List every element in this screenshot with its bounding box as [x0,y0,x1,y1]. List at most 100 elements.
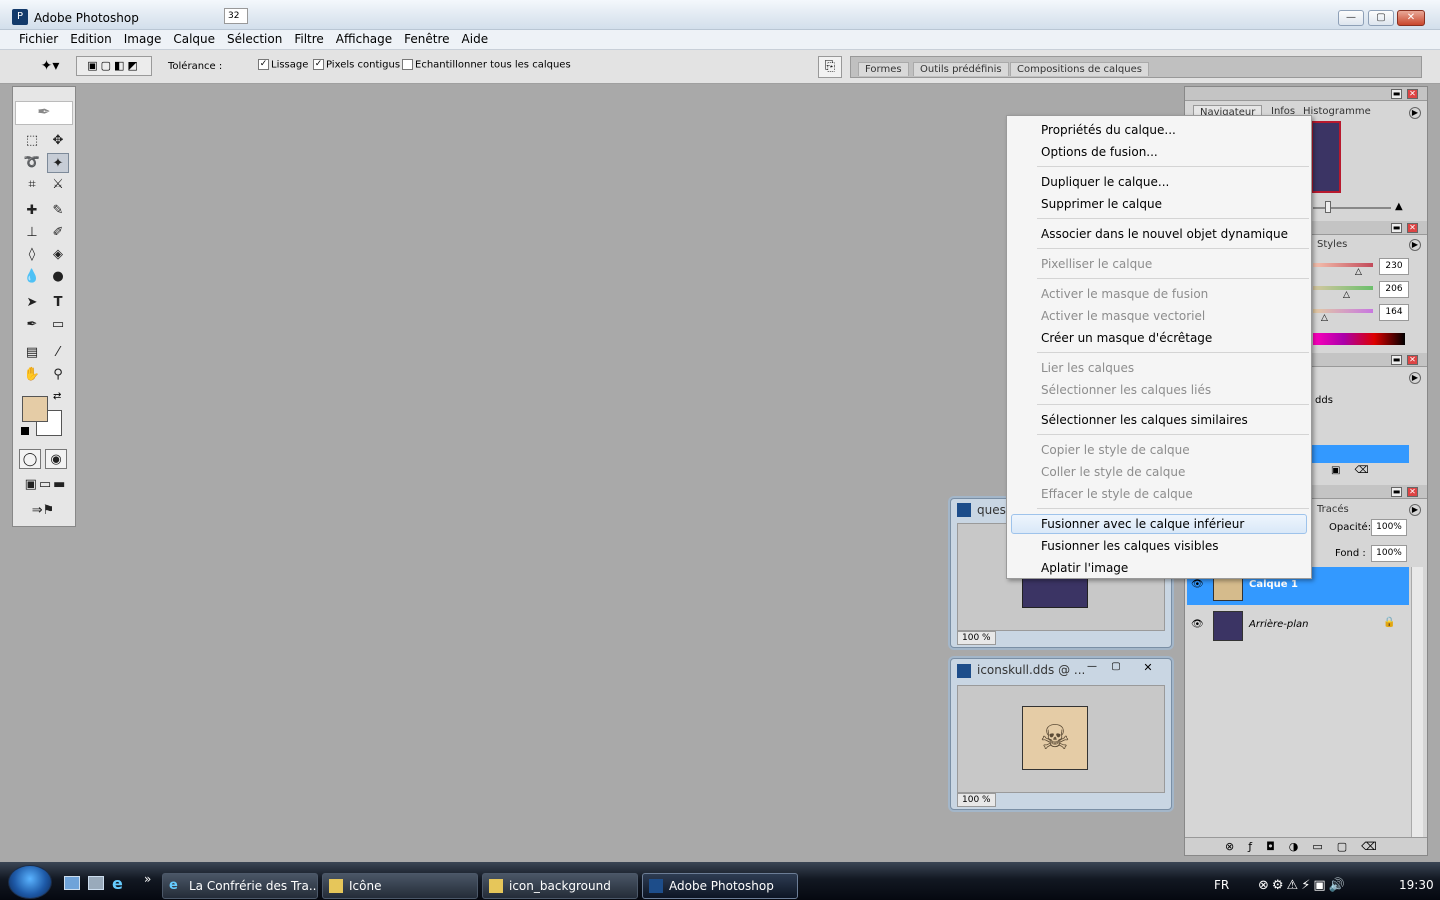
healing-brush-icon[interactable]: ✚ [21,201,43,221]
minimize-button[interactable]: — [1338,10,1364,26]
panel-close-button[interactable]: ✕ [1407,355,1418,365]
system-tray-icons[interactable]: ⊗⚙⚠⚡▣🔊 [1258,878,1348,893]
magic-wand-preset-icon[interactable]: ✦▾ [32,56,68,76]
palette-well-icon[interactable]: ⎘ [818,56,842,78]
menu-fenetre[interactable]: Fenêtre [398,30,455,48]
taskbar-item-photoshop[interactable]: Adobe Photoshop [642,873,798,899]
menu-affichage[interactable]: Affichage [330,30,398,48]
menu-aide[interactable]: Aide [456,30,495,48]
taskbar-item-icone[interactable]: Icône [322,873,478,899]
doc-canvas[interactable]: ☠ [957,685,1165,793]
rectangle-tool-icon[interactable]: ▭ [47,315,69,335]
layers-scrollbar[interactable] [1411,567,1423,837]
brush-tool-icon[interactable]: ✎ [47,201,69,221]
navigator-slider-handle[interactable] [1325,201,1331,213]
lasso-tool-icon[interactable]: ➰ [21,153,43,173]
clock[interactable]: 19:30 [1399,878,1434,892]
standard-mode-icon[interactable]: ◯ [19,449,41,469]
move-tool-icon[interactable]: ✥ [47,131,69,151]
fill-input[interactable]: 100% [1371,545,1407,562]
document-window-iconskull[interactable]: iconskull.dds @ ... — ▢ ✕ ☠ 100 % [950,658,1172,810]
visibility-eye-icon[interactable]: 👁 [1191,619,1204,630]
type-tool-icon[interactable]: T [47,293,69,313]
panel-menu-icon[interactable]: ▶ [1409,372,1421,384]
navigator-thumbnail[interactable] [1311,121,1341,193]
tab-formes[interactable]: Formes [858,62,909,76]
panel-minimize-button[interactable]: ▬ [1391,355,1402,365]
doc-close-button[interactable]: ✕ [1137,661,1159,675]
layers-footer-icons[interactable]: ⊗ƒ◘◑▭▢⌫ [1185,837,1427,855]
taskbar-item-confrerie[interactable]: e La Confrérie des Tra... [162,873,318,899]
opacity-input[interactable]: 100% [1371,519,1407,536]
default-colors-icon[interactable] [21,427,29,435]
menu-item-masque-ecretage[interactable]: Créer un masque d'écrêtage [1041,331,1212,345]
channels-footer-icons[interactable]: ▣⌫ [1331,465,1383,476]
menu-image[interactable]: Image [118,30,168,48]
red-value-input[interactable]: 230 [1379,258,1409,275]
tab-compositions-calques[interactable]: Compositions de calques [1010,62,1149,76]
menu-item-dupliquer[interactable]: Dupliquer le calque... [1041,175,1169,189]
close-button[interactable]: ✕ [1397,10,1425,26]
selection-mode-buttons[interactable]: ▣▢◧◩ [76,56,152,76]
switch-windows-icon[interactable] [88,876,104,890]
zoom-in-icon[interactable]: ▲ [1395,201,1403,212]
doc-minimize-button[interactable]: — [1081,661,1103,675]
zoom-field[interactable]: 100 % [957,793,996,807]
menu-item-selectionner-similaires[interactable]: Sélectionner les calques similaires [1041,413,1248,427]
menu-item-fusionner-inferieur[interactable]: Fusionner avec le calque inférieur [1041,517,1244,531]
eyedropper-tool-icon[interactable]: ⁄ [47,343,69,363]
menu-item-proprietes[interactable]: Propriétés du calque... [1041,123,1176,137]
marquee-tool-icon[interactable]: ⬚ [21,131,43,151]
panel-minimize-button[interactable]: ▬ [1391,89,1402,99]
channels-selected-row[interactable] [1311,445,1409,463]
paint-bucket-icon[interactable]: ◈ [47,245,69,265]
red-slider-handle[interactable]: △ [1355,267,1362,277]
hand-tool-icon[interactable]: ✋ [21,365,43,385]
menu-selection[interactable]: Sélection [221,30,288,48]
blue-value-input[interactable]: 164 [1379,304,1409,321]
menu-fichier[interactable]: Fichier [13,30,64,48]
eraser-tool-icon[interactable]: ◊ [21,245,43,265]
swap-colors-icon[interactable]: ⇄ [53,391,61,402]
zoom-tool-icon[interactable]: ⚲ [47,365,69,385]
tab-traces[interactable]: Tracés [1311,503,1355,516]
panel-menu-icon[interactable]: ▶ [1409,239,1421,251]
panel-close-button[interactable]: ✕ [1407,223,1418,233]
tab-styles[interactable]: Styles [1311,238,1353,251]
menu-item-aplatir[interactable]: Aplatir l'image [1041,561,1128,575]
panel-menu-icon[interactable]: ▶ [1409,504,1421,516]
stamp-tool-icon[interactable]: ⊥ [21,223,43,243]
panel-minimize-button[interactable]: ▬ [1391,223,1402,233]
menu-item-objet-dynamique[interactable]: Associer dans le nouvel objet dynamique [1041,227,1288,241]
blur-tool-icon[interactable]: 💧 [21,267,43,287]
slice-tool-icon[interactable]: ⚔ [47,175,69,195]
quick-mask-icon[interactable]: ◉ [45,449,67,469]
green-slider-handle[interactable]: △ [1343,290,1350,300]
feather-logo-icon[interactable]: ✒ [15,101,73,125]
blue-slider-handle[interactable]: △ [1321,313,1328,323]
menu-calque[interactable]: Calque [167,30,221,48]
language-indicator[interactable]: FR [1214,878,1229,892]
crop-tool-icon[interactable]: ⌗ [21,175,43,195]
panel-minimize-button[interactable]: ▬ [1391,487,1402,497]
menu-item-fusionner-visibles[interactable]: Fusionner les calques visibles [1041,539,1218,553]
taskbar-item-icon-background[interactable]: icon_background [482,873,638,899]
foreground-color-swatch[interactable] [22,396,48,422]
green-value-input[interactable]: 206 [1379,281,1409,298]
magic-wand-tool-icon[interactable]: ✦ [47,153,69,173]
contigus-checkbox[interactable]: ✓ Pixels contigus [313,59,400,71]
lissage-checkbox[interactable]: ✓ Lissage [258,59,308,71]
maximize-button[interactable]: ▢ [1368,10,1394,26]
color-ramp[interactable] [1313,333,1405,345]
layer-name[interactable]: Calque 1 [1249,579,1298,590]
menu-item-supprimer[interactable]: Supprimer le calque [1041,197,1162,211]
layer-name[interactable]: Arrière-plan [1249,619,1308,630]
jump-to-imageready-icon[interactable]: ⇒⚑ [19,501,67,521]
panel-close-button[interactable]: ✕ [1407,487,1418,497]
menu-item-options-fusion[interactable]: Options de fusion... [1041,145,1158,159]
dodge-tool-icon[interactable]: ● [47,267,69,287]
history-brush-icon[interactable]: ✐ [47,223,69,243]
zoom-field[interactable]: 100 % [957,631,996,645]
pen-tool-icon[interactable]: ✒ [21,315,43,335]
tab-outils-predefinis[interactable]: Outils prédéfinis [913,62,1009,76]
